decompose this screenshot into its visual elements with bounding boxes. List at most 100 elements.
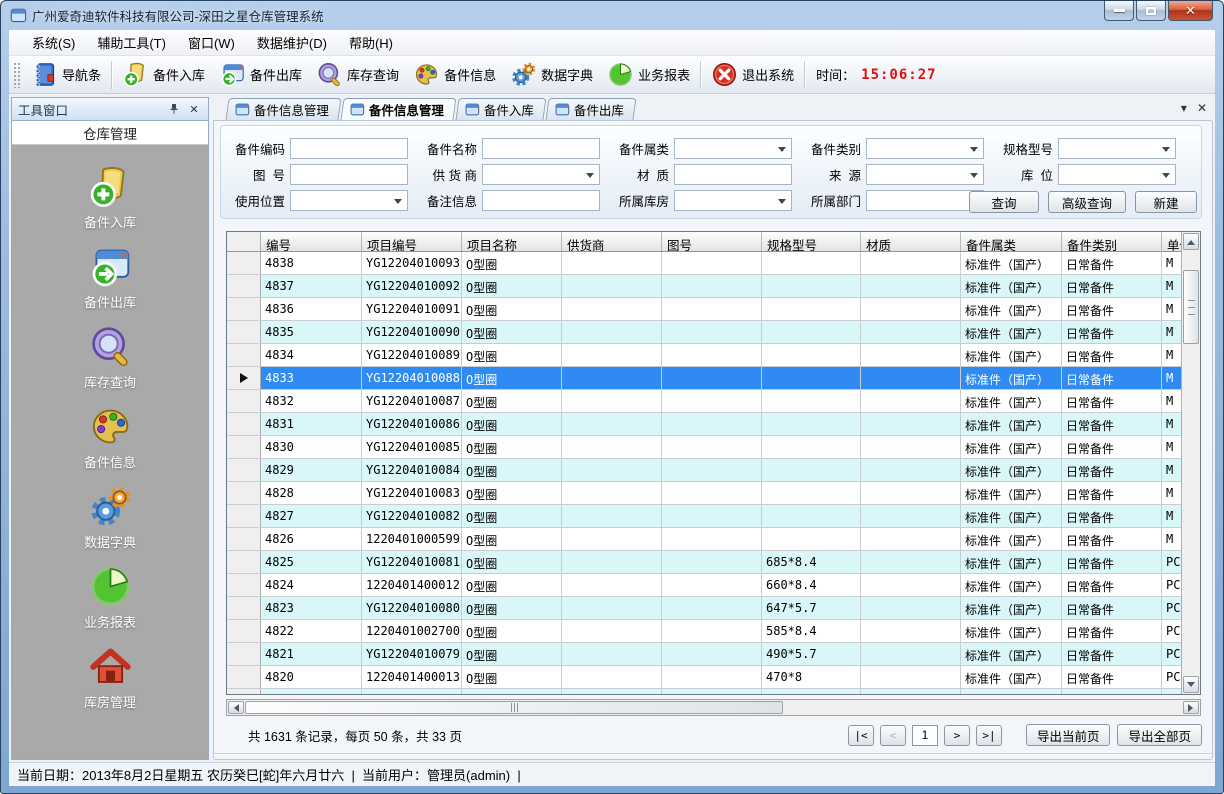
sidebar-item-库存查询[interactable]: 库存查询 [12, 324, 208, 391]
table-row[interactable]: 48221220401002700O型圈585*8.4标准件（国产）日常备件PC [227, 620, 1181, 643]
export-all-pages-button[interactable]: 导出全部页 [1117, 724, 1202, 746]
menu-item-辅助工具[interactable]: 辅助工具(T) [86, 30, 177, 56]
column-header-编号[interactable]: 编号 [261, 232, 362, 251]
row-selector[interactable] [227, 666, 261, 688]
column-header-项目编号[interactable]: 项目编号 [362, 232, 462, 251]
table-row[interactable]: 48261220401000599O型圈标准件（国产）日常备件M [227, 528, 1181, 551]
field-input[interactable] [674, 164, 792, 185]
toolbar-button-5[interactable]: 备件信息 [406, 58, 503, 91]
field-dropdown[interactable] [674, 190, 792, 211]
vertical-scrollbar[interactable] [1181, 232, 1200, 694]
table-row[interactable]: 4833YG12204010088O型圈标准件（国产）日常备件M [227, 367, 1181, 390]
row-selector[interactable] [227, 275, 261, 297]
query-button[interactable]: 查询 [969, 191, 1039, 213]
table-row[interactable]: 4831YG12204010086O型圈标准件（国产）日常备件M [227, 413, 1181, 436]
toolbar-button-6[interactable]: 数据字典 [503, 58, 600, 91]
last-page-button[interactable]: >| [976, 725, 1002, 746]
row-selector[interactable] [227, 528, 261, 550]
menu-item-窗口[interactable]: 窗口(W) [177, 30, 246, 56]
column-header-图号[interactable]: 图号 [662, 232, 762, 251]
menu-item-数据维护[interactable]: 数据维护(D) [246, 30, 338, 56]
tab-2[interactable]: 备件信息管理 [340, 98, 456, 120]
tab-close-icon[interactable]: ✕ [1197, 101, 1207, 115]
column-header-单位[interactable]: 单位 [1162, 232, 1181, 251]
toolbar-button-7[interactable]: 业务报表 [600, 58, 697, 91]
table-row[interactable]: 4827YG12204010082O型圈标准件（国产）日常备件M [227, 505, 1181, 528]
toolbar-button-2[interactable]: 备件入库 [115, 58, 212, 91]
sidebar-item-数据字典[interactable]: 数据字典 [12, 484, 208, 551]
pin-icon[interactable] [166, 101, 182, 117]
column-header-供货商[interactable]: 供货商 [562, 232, 662, 251]
horizontal-scrollbar[interactable] [226, 699, 1201, 716]
field-input[interactable] [482, 138, 600, 159]
tab-4[interactable]: 备件出库 [546, 98, 637, 120]
table-row[interactable]: 4832YG12204010087O型圈标准件（国产）日常备件M [227, 390, 1181, 413]
row-selector[interactable] [227, 344, 261, 366]
vscroll-thumb[interactable] [1183, 270, 1199, 344]
row-selector[interactable] [227, 367, 261, 389]
table-row[interactable]: 4837YG12204010092O型圈标准件（国产）日常备件M [227, 275, 1181, 298]
table-row[interactable]: 4838YG12204010093O型圈标准件（国产）日常备件M [227, 252, 1181, 275]
column-header-项目名称[interactable]: 项目名称 [462, 232, 562, 251]
scroll-down-icon[interactable] [1183, 676, 1199, 693]
row-selector[interactable] [227, 551, 261, 573]
field-dropdown[interactable] [674, 138, 792, 159]
menu-item-帮助[interactable]: 帮助(H) [338, 30, 404, 56]
table-row[interactable]: 4835YG12204010090O型圈标准件（国产）日常备件M [227, 321, 1181, 344]
table-row[interactable]: 4823YG12204010080O型圈647*5.7标准件（国产）日常备件PC [227, 597, 1181, 620]
new-button[interactable]: 新建 [1135, 191, 1197, 213]
table-row[interactable]: 4829YG12204010084O型圈标准件（国产）日常备件M [227, 459, 1181, 482]
column-header-材质[interactable]: 材质 [861, 232, 961, 251]
row-selector[interactable] [227, 436, 261, 458]
export-current-page-button[interactable]: 导出当前页 [1026, 724, 1111, 746]
toolbar-button-8[interactable]: 退出系统 [704, 58, 801, 91]
table-row[interactable]: 4825YG12204010081O型圈685*8.4标准件（国产）日常备件PC [227, 551, 1181, 574]
field-input[interactable] [290, 138, 408, 159]
field-dropdown[interactable] [866, 190, 984, 211]
column-header-备件属类[interactable]: 备件属类 [961, 232, 1062, 251]
close-button[interactable]: ✕ [1168, 1, 1213, 21]
field-input[interactable] [482, 190, 600, 211]
row-selector[interactable] [227, 643, 261, 665]
field-dropdown[interactable] [290, 190, 408, 211]
row-selector[interactable] [227, 482, 261, 504]
toolbar-button-3[interactable]: 备件出库 [212, 58, 309, 91]
column-header-gutter[interactable] [227, 232, 261, 251]
table-row[interactable]: O型圈标准件（国产）日常备件 [227, 689, 1181, 694]
field-dropdown[interactable] [1058, 164, 1176, 185]
prev-page-button[interactable]: < [880, 725, 906, 746]
row-selector[interactable] [227, 413, 261, 435]
toolbar-button-1[interactable]: 导航条 [24, 58, 108, 91]
field-dropdown[interactable] [866, 138, 984, 159]
sidebar-item-备件出库[interactable]: 备件出库 [12, 244, 208, 311]
row-selector[interactable] [227, 459, 261, 481]
row-selector[interactable] [227, 505, 261, 527]
maximize-button[interactable] [1136, 1, 1166, 21]
minimize-button[interactable] [1104, 1, 1134, 21]
table-row[interactable]: 4836YG12204010091O型圈标准件（国产）日常备件M [227, 298, 1181, 321]
field-dropdown[interactable] [482, 164, 600, 185]
next-page-button[interactable]: > [944, 725, 970, 746]
scroll-left-icon[interactable] [228, 701, 244, 714]
field-dropdown[interactable] [866, 164, 984, 185]
column-header-规格型号[interactable]: 规格型号 [762, 232, 861, 251]
row-selector[interactable] [227, 574, 261, 596]
field-input[interactable] [290, 164, 408, 185]
table-row[interactable]: 4828YG12204010083O型圈标准件（国产）日常备件M [227, 482, 1181, 505]
scroll-right-icon[interactable] [1183, 701, 1199, 714]
row-selector[interactable] [227, 597, 261, 619]
row-selector[interactable] [227, 252, 261, 274]
column-header-备件类别[interactable]: 备件类别 [1062, 232, 1162, 251]
tool-window-close-icon[interactable]: ✕ [186, 101, 202, 117]
advanced-query-button[interactable]: 高级查询 [1048, 191, 1126, 213]
sidebar-item-备件入库[interactable]: 备件入库 [12, 164, 208, 231]
row-selector[interactable] [227, 390, 261, 412]
row-selector[interactable] [227, 321, 261, 343]
table-row[interactable]: 4830YG12204010085O型圈标准件（国产）日常备件M [227, 436, 1181, 459]
menu-item-系统[interactable]: 系统(S) [21, 30, 86, 56]
table-row[interactable]: 4821YG12204010079O型圈490*5.7标准件（国产）日常备件PC [227, 643, 1181, 666]
field-dropdown[interactable] [1058, 138, 1176, 159]
row-selector[interactable] [227, 620, 261, 642]
hscroll-thumb[interactable] [245, 701, 783, 714]
toolbar-button-4[interactable]: 库存查询 [309, 58, 406, 91]
